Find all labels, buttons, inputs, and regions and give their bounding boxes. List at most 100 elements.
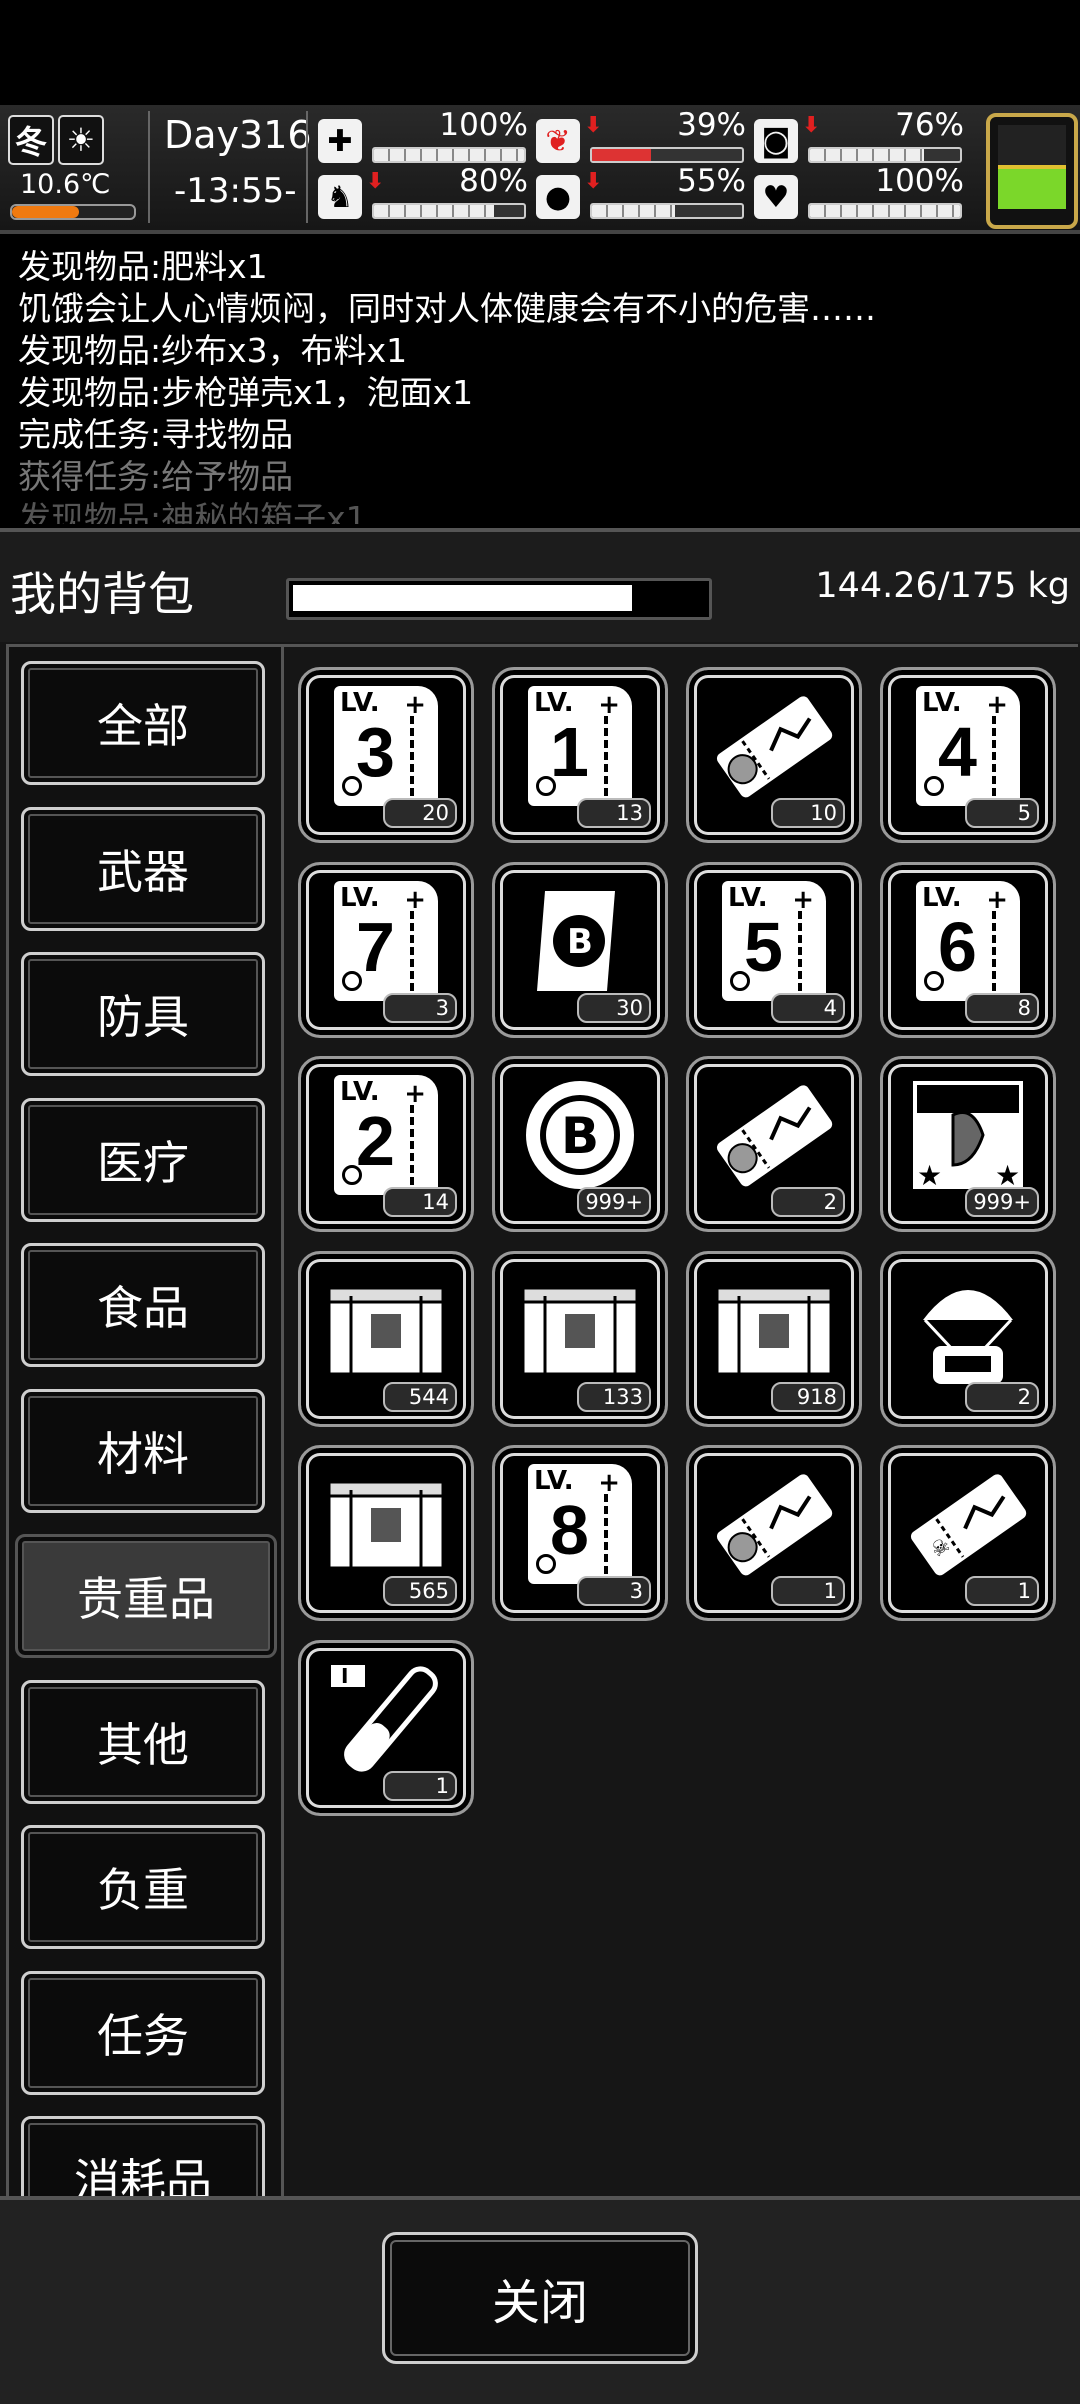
item-count: 133	[577, 1381, 651, 1412]
category-tab-0[interactable]: 全部	[21, 661, 265, 785]
status-bar: 冬 ☀ 10.6℃ Day316 -13:55- ✚ 100% ❦ ⬇ 39% ◙ ⬇ 76%…	[0, 105, 1080, 234]
crate-icon	[715, 1286, 833, 1375]
zombie-card-icon: ★ ★	[913, 1081, 1023, 1192]
inventory-slot[interactable]: 2	[686, 1056, 862, 1232]
airdrop-icon	[923, 1289, 1013, 1384]
inventory-slot[interactable]: LV. +4 5	[880, 667, 1056, 843]
item-count: 999+	[965, 1187, 1039, 1217]
log-line: 饥饿会让人心情烦闷，同时对人体健康会有不小的危害……	[18, 289, 876, 328]
divider	[148, 111, 150, 223]
weight-text: 144.26/175 kg	[815, 566, 1070, 606]
category-tab-4[interactable]: 食品	[21, 1243, 265, 1367]
category-tab-8[interactable]: 负重	[21, 1825, 265, 1949]
category-tab-2[interactable]: 防具	[21, 952, 265, 1076]
stomach-icon: ❦	[536, 119, 580, 163]
skill-book-icon: LV. +3	[334, 686, 438, 806]
item-art	[317, 1462, 455, 1586]
item-count: 999+	[577, 1187, 651, 1217]
skill-book-icon: LV. +7	[334, 880, 438, 1001]
inventory-slot[interactable]: I1	[298, 1639, 474, 1816]
dashed-line	[992, 716, 1006, 796]
inventory-slot[interactable]: LV. +5 4	[686, 861, 862, 1038]
crate-icon	[327, 1480, 445, 1570]
item-art	[705, 684, 843, 808]
item-art: I	[317, 1657, 455, 1781]
dashed-line	[604, 1494, 618, 1574]
ring-icon	[924, 970, 944, 991]
item-art: ☠	[899, 1462, 1037, 1586]
book-level: 3	[356, 713, 395, 791]
item-art: LV. +6	[899, 879, 1037, 1003]
coin-icon: B	[526, 1081, 634, 1189]
stat-bar	[590, 147, 744, 163]
inventory-slot[interactable]: LV. +1 13	[492, 667, 668, 843]
item-count: 13	[577, 798, 651, 828]
category-tab-7[interactable]: 其他	[21, 1679, 265, 1804]
inventory-slot[interactable]: LV. +8 3	[492, 1445, 668, 1621]
inventory-slot[interactable]: B 999+	[492, 1056, 668, 1232]
item-art: LV. +5	[705, 879, 843, 1003]
inventory-slot[interactable]: 544	[298, 1250, 474, 1427]
test-tube-icon: I	[331, 1664, 438, 1772]
ticket-icon	[716, 696, 833, 798]
item-count: 8	[965, 992, 1039, 1023]
skill-book-icon: LV. +2	[334, 1075, 438, 1195]
category-sidebar[interactable]: 全部武器防具医疗食品材料贵重品其他负重任务消耗品	[6, 644, 284, 2202]
item-art	[511, 1268, 649, 1392]
category-tab-9[interactable]: 任务	[21, 1970, 265, 2095]
stat-bar	[372, 147, 526, 163]
stat-value: 76%	[895, 107, 964, 143]
inventory-slot[interactable]: 1	[686, 1445, 862, 1621]
weight-bar	[286, 578, 712, 620]
log-line: 完成任务:寻找物品	[18, 415, 294, 454]
svg-text:B: B	[561, 1107, 599, 1165]
item-grid: LV. +3 20 LV. +1 13 10 LV. +4 5 LV. +7 3 B 30 LV. +5 4 LV.…	[284, 644, 1078, 2199]
ring-icon	[536, 1554, 556, 1574]
book-level: 2	[356, 1102, 395, 1180]
category-tab-6[interactable]: 贵重品	[15, 1534, 277, 1658]
close-button[interactable]: 关闭	[382, 2232, 698, 2364]
category-tab-10[interactable]: 消耗品	[21, 2116, 265, 2199]
item-count: 1	[383, 1770, 457, 1801]
ring-icon	[342, 1165, 362, 1185]
season-badge: 冬	[8, 115, 54, 165]
item-count: 565	[383, 1576, 457, 1606]
water-drop-icon: ●	[536, 175, 580, 219]
down-arrow-icon: ⬇	[584, 113, 603, 138]
inventory-slot[interactable]: 10	[686, 667, 862, 843]
svg-text:★: ★	[917, 1159, 942, 1192]
item-count: 3	[577, 1576, 651, 1606]
ring-icon	[536, 776, 556, 796]
day-counter: Day316	[164, 113, 312, 157]
battery-button[interactable]	[986, 113, 1078, 229]
inventory-slot[interactable]: ★ ★ 999+	[880, 1056, 1056, 1232]
inventory-slot[interactable]: 2	[880, 1250, 1056, 1427]
log-line: 发现物品:神秘的箱子x1	[18, 499, 367, 524]
item-art	[705, 1268, 843, 1392]
inventory-slot[interactable]: 565	[298, 1445, 474, 1621]
item-count: 10	[771, 798, 845, 828]
stat-bar	[808, 147, 962, 163]
item-count: 2	[965, 1381, 1039, 1412]
item-count: 30	[577, 992, 651, 1023]
dashed-line	[410, 1105, 424, 1185]
stat-bar	[590, 203, 744, 219]
category-tab-1[interactable]: 武器	[21, 806, 265, 931]
inventory-slot[interactable]: LV. +3 20	[298, 667, 474, 843]
backpack-title: 我的背包	[10, 567, 194, 621]
inventory-slot[interactable]: 133	[492, 1250, 668, 1427]
category-tab-3[interactable]: 医疗	[21, 1097, 265, 1222]
item-count: 14	[383, 1187, 457, 1217]
category-tab-5[interactable]: 材料	[21, 1388, 265, 1513]
inventory-slot[interactable]: B 30	[492, 861, 668, 1038]
stat-bar-fill	[374, 205, 494, 217]
inventory-slot[interactable]: ☠ 1	[880, 1445, 1056, 1621]
dashed-line	[992, 910, 1006, 991]
item-art: LV. +8	[511, 1462, 649, 1586]
inventory-slot[interactable]: 918	[686, 1250, 862, 1427]
inventory-slot[interactable]: LV. +7 3	[298, 861, 474, 1038]
inventory-slot[interactable]: LV. +2 14	[298, 1056, 474, 1232]
stat-bar-fill	[810, 149, 924, 161]
inventory-slot[interactable]: LV. +6 8	[880, 861, 1056, 1038]
item-art	[705, 1462, 843, 1586]
